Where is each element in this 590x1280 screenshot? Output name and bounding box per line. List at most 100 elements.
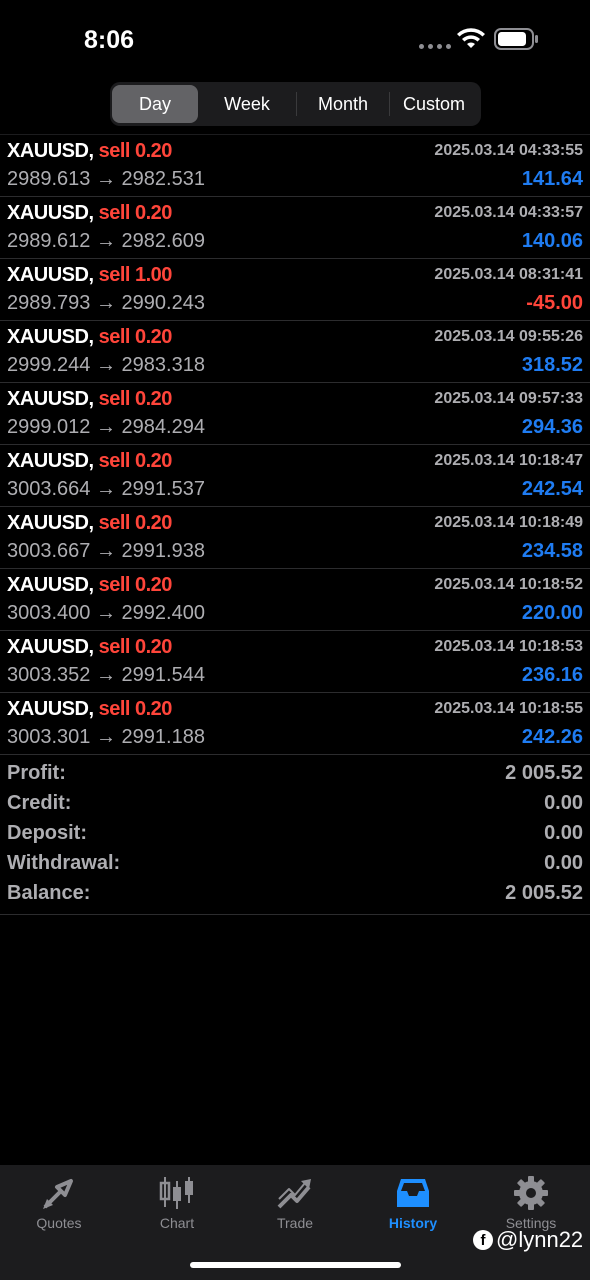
tab-custom[interactable]: Custom bbox=[390, 85, 478, 123]
watermark: f @lynn22 bbox=[473, 1227, 583, 1253]
watermark-text: @lynn22 bbox=[496, 1227, 584, 1252]
deal-type: sell 0.20 bbox=[98, 202, 173, 224]
deal-prices: 3003.400 → 2992.400 bbox=[7, 602, 205, 625]
symbol-name: XAUUSD, bbox=[7, 450, 94, 472]
period-segmented-control: Day Week Month Custom bbox=[110, 82, 481, 126]
close-price: 2982.609 bbox=[121, 230, 205, 252]
deal-row[interactable]: XAUUSD, sell 0.20 2025.03.14 10:18:47 30… bbox=[0, 445, 590, 507]
open-price: 3003.301 bbox=[7, 726, 91, 748]
tab-label: Quotes bbox=[36, 1215, 82, 1231]
wifi-icon bbox=[457, 28, 485, 48]
arrow-icon: → bbox=[95, 292, 116, 314]
facebook-icon: f bbox=[473, 1230, 493, 1250]
trend-up-icon bbox=[277, 1179, 311, 1209]
close-price: 2991.938 bbox=[121, 540, 205, 562]
symbol-name: XAUUSD, bbox=[7, 264, 94, 286]
deal-profit: 236.16 bbox=[521, 664, 583, 686]
tab-day[interactable]: Day bbox=[112, 85, 198, 123]
close-price: 2992.400 bbox=[121, 602, 205, 624]
deals-list: XAUUSD, sell 0.20 2025.03.14 04:33:55 29… bbox=[0, 134, 590, 755]
deal-symbol: XAUUSD, sell 1.00 bbox=[7, 264, 172, 287]
arrow-icon: → bbox=[95, 416, 116, 438]
symbol-name: XAUUSD, bbox=[7, 140, 94, 162]
deal-row[interactable]: XAUUSD, sell 0.20 2025.03.14 10:18:49 30… bbox=[0, 507, 590, 569]
deal-time: 2025.03.14 04:33:57 bbox=[434, 204, 583, 221]
tab-chart[interactable]: Chart bbox=[118, 1165, 236, 1245]
deal-profit: 234.58 bbox=[521, 540, 583, 562]
tab-month[interactable]: Month bbox=[297, 85, 389, 123]
symbol-name: XAUUSD, bbox=[7, 326, 94, 348]
open-price: 2989.613 bbox=[7, 168, 91, 190]
arrow-icon: → bbox=[95, 664, 116, 686]
deal-time: 2025.03.14 09:55:26 bbox=[434, 328, 583, 345]
summary-row-deposit: Deposit: 0.00 bbox=[0, 820, 590, 850]
deal-profit: 220.00 bbox=[521, 602, 583, 624]
home-indicator bbox=[190, 1262, 401, 1268]
deal-row[interactable]: XAUUSD, sell 0.20 2025.03.14 10:18:52 30… bbox=[0, 569, 590, 631]
deal-profit: 140.06 bbox=[521, 230, 583, 252]
deal-profit: 242.54 bbox=[521, 478, 583, 500]
symbol-name: XAUUSD, bbox=[7, 698, 94, 720]
deal-row[interactable]: XAUUSD, sell 0.20 2025.03.14 04:33:55 29… bbox=[0, 135, 590, 197]
arrow-icon: → bbox=[95, 168, 116, 190]
deal-row[interactable]: XAUUSD, sell 0.20 2025.03.14 04:33:57 29… bbox=[0, 197, 590, 259]
open-price: 2989.612 bbox=[7, 230, 91, 252]
gear-icon bbox=[514, 1176, 548, 1210]
tab-trade[interactable]: Trade bbox=[236, 1165, 354, 1245]
close-price: 2991.544 bbox=[121, 664, 205, 686]
inbox-tray-icon bbox=[397, 1179, 429, 1207]
deal-type: sell 0.20 bbox=[98, 636, 173, 658]
deal-type: sell 1.00 bbox=[98, 264, 173, 286]
tab-label: Chart bbox=[159, 1215, 195, 1231]
arrow-icon: → bbox=[95, 478, 116, 500]
open-price: 2999.012 bbox=[7, 416, 91, 438]
deal-symbol: XAUUSD, sell 0.20 bbox=[7, 636, 172, 659]
deal-symbol: XAUUSD, sell 0.20 bbox=[7, 698, 172, 721]
close-price: 2990.243 bbox=[121, 292, 205, 314]
summary-label: Credit: bbox=[7, 792, 72, 814]
symbol-name: XAUUSD, bbox=[7, 388, 94, 410]
deal-row[interactable]: XAUUSD, sell 1.00 2025.03.14 08:31:41 29… bbox=[0, 259, 590, 321]
deal-prices: 3003.352 → 2991.544 bbox=[7, 664, 205, 687]
deal-time: 2025.03.14 10:18:55 bbox=[434, 700, 583, 717]
summary-label: Deposit: bbox=[7, 822, 87, 844]
deal-prices: 2999.012 → 2984.294 bbox=[7, 416, 205, 439]
deal-profit: 141.64 bbox=[521, 168, 583, 190]
deal-symbol: XAUUSD, sell 0.20 bbox=[7, 140, 172, 163]
open-price: 3003.667 bbox=[7, 540, 91, 562]
tab-week[interactable]: Week bbox=[198, 85, 296, 123]
deal-prices: 3003.664 → 2991.537 bbox=[7, 478, 205, 501]
deal-type: sell 0.20 bbox=[98, 326, 173, 348]
tab-label: Trade bbox=[276, 1215, 314, 1231]
symbol-name: XAUUSD, bbox=[7, 512, 94, 534]
summary-value: 0.00 bbox=[544, 792, 583, 814]
deal-row[interactable]: XAUUSD, sell 0.20 2025.03.14 09:57:33 29… bbox=[0, 383, 590, 445]
close-price: 2983.318 bbox=[121, 354, 205, 376]
symbol-name: XAUUSD, bbox=[7, 202, 94, 224]
deal-row[interactable]: XAUUSD, sell 0.20 2025.03.14 10:18:53 30… bbox=[0, 631, 590, 693]
deal-prices: 3003.301 → 2991.188 bbox=[7, 726, 205, 749]
summary-value: 2 005.52 bbox=[505, 882, 583, 904]
deal-time: 2025.03.14 10:18:47 bbox=[434, 452, 583, 469]
tab-history[interactable]: History bbox=[354, 1165, 472, 1245]
deal-prices: 3003.667 → 2991.938 bbox=[7, 540, 205, 563]
cellular-signal-icon bbox=[419, 44, 451, 49]
summary-value: 0.00 bbox=[544, 852, 583, 874]
deal-type: sell 0.20 bbox=[98, 388, 173, 410]
deal-row[interactable]: XAUUSD, sell 0.20 2025.03.14 10:18:55 30… bbox=[0, 693, 590, 755]
open-price: 3003.664 bbox=[7, 478, 91, 500]
close-price: 2991.188 bbox=[121, 726, 205, 748]
close-price: 2991.537 bbox=[121, 478, 205, 500]
deal-time: 2025.03.14 10:18:52 bbox=[434, 576, 583, 593]
arrow-icon: → bbox=[95, 230, 116, 252]
symbol-name: XAUUSD, bbox=[7, 636, 94, 658]
deal-profit: -45.00 bbox=[526, 292, 583, 314]
deal-symbol: XAUUSD, sell 0.20 bbox=[7, 388, 172, 411]
tab-quotes[interactable]: Quotes bbox=[0, 1165, 118, 1245]
candlestick-icon bbox=[159, 1177, 193, 1209]
summary-row-balance: Balance: 2 005.52 bbox=[0, 880, 590, 910]
deal-row[interactable]: XAUUSD, sell 0.20 2025.03.14 09:55:26 29… bbox=[0, 321, 590, 383]
status-time: 8:06 bbox=[84, 26, 135, 54]
quotes-arrows-icon bbox=[43, 1179, 73, 1209]
deal-symbol: XAUUSD, sell 0.20 bbox=[7, 326, 172, 349]
